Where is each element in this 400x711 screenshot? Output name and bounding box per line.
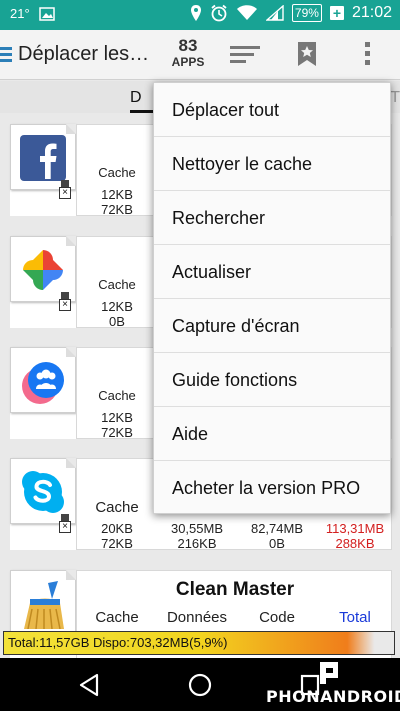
checkbox-icon[interactable]: × <box>59 521 71 533</box>
wifi-icon <box>236 5 257 20</box>
drawer-menu-icon[interactable] <box>0 47 12 65</box>
menu-item-refresh[interactable]: Actualiser <box>154 245 390 299</box>
facebook-icon <box>20 135 66 181</box>
action-bar: Déplacer les… 83 APPS <box>0 30 400 80</box>
checkbox-icon[interactable]: × <box>59 299 71 311</box>
data-value: 216KB <box>177 536 217 551</box>
cache-label: Cache <box>98 277 136 292</box>
watermark-logo: PHONANDROID <box>266 658 400 711</box>
overflow-menu-icon[interactable] <box>365 42 371 69</box>
cache-value: 0B <box>109 314 125 329</box>
charging-icon: + <box>329 6 344 20</box>
menu-item-guide[interactable]: Guide fonctions <box>154 353 390 407</box>
total-value: 288KB <box>335 536 375 551</box>
watermark-text: PHONANDROID <box>266 687 400 706</box>
sd-card-icon <box>61 514 69 521</box>
image-notification-icon <box>38 6 55 21</box>
status-bar: 21° 79% + 21:02 <box>0 0 400 30</box>
cache-value: 72KB <box>101 202 133 217</box>
overflow-menu: Déplacer tout Nettoyer le cache Recherch… <box>153 82 391 514</box>
cache-value: 12KB <box>101 410 133 425</box>
menu-item-screenshot[interactable]: Capture d'écran <box>154 299 390 353</box>
page-title: Déplacer les… <box>18 43 150 65</box>
storage-text: Total:11,57GB Dispo:703,32MB(5,9%) <box>8 635 228 650</box>
apps-count: 83 APPS <box>168 36 208 70</box>
menu-item-move-all[interactable]: Déplacer tout <box>154 83 390 137</box>
cache-value: 12KB <box>101 187 133 202</box>
battery-indicator: 79% <box>291 4 322 22</box>
cache-value: 12KB <box>101 299 133 314</box>
alarm-icon <box>211 4 227 22</box>
phonandroid-logo-icon <box>320 662 338 684</box>
screen: 21° 79% + 21:02 Déplacer les… 83 APPS D … <box>0 0 400 711</box>
code-value: 82,74MB <box>250 521 304 536</box>
menu-item-search[interactable]: Rechercher <box>154 191 390 245</box>
column-header-cache: Cache <box>95 609 139 626</box>
cache-label: Cache <box>98 388 136 403</box>
signal-icon <box>265 5 284 21</box>
skype-icon <box>22 471 64 513</box>
column-header-data: Données <box>166 609 228 626</box>
cache-value: 72KB <box>101 425 133 440</box>
sd-card-icon <box>61 292 69 299</box>
cache-value: 20KB <box>101 521 133 536</box>
data-value: 30,55MB <box>170 521 224 536</box>
total-value: 113,31MB <box>325 521 385 536</box>
menu-item-help[interactable]: Aide <box>154 407 390 461</box>
app-name: Clean Master <box>175 579 295 600</box>
cache-label: Cache <box>98 165 136 180</box>
apps-count-label: APPS <box>171 55 205 69</box>
storage-bar: Total:11,57GB Dispo:703,32MB(5,9%) <box>3 631 395 655</box>
sort-icon[interactable] <box>230 46 260 67</box>
photos-icon <box>23 250 63 290</box>
location-icon <box>190 5 201 21</box>
menu-item-buy-pro[interactable]: Acheter la version PRO <box>154 461 390 515</box>
column-header-code: Code <box>259 609 295 626</box>
apps-count-number: 83 <box>178 36 198 55</box>
sd-card-icon <box>61 180 69 187</box>
clock-time: 21:02 <box>351 4 392 21</box>
groups-icon <box>22 362 64 404</box>
menu-item-clear-cache[interactable]: Nettoyer le cache <box>154 137 390 191</box>
cache-value: 72KB <box>101 536 133 551</box>
app-icon-frame <box>10 347 76 413</box>
bookmark-star-icon[interactable] <box>296 41 318 67</box>
back-icon[interactable] <box>78 673 100 697</box>
cache-label: Cache <box>95 499 139 516</box>
checkbox-icon[interactable]: × <box>59 187 71 199</box>
home-icon[interactable] <box>188 673 212 697</box>
code-value: 0B <box>269 536 285 551</box>
column-header-total: Total <box>339 609 371 626</box>
temperature-text: 21° <box>10 6 30 21</box>
broom-icon <box>24 581 64 629</box>
app-icon-frame <box>10 570 76 636</box>
